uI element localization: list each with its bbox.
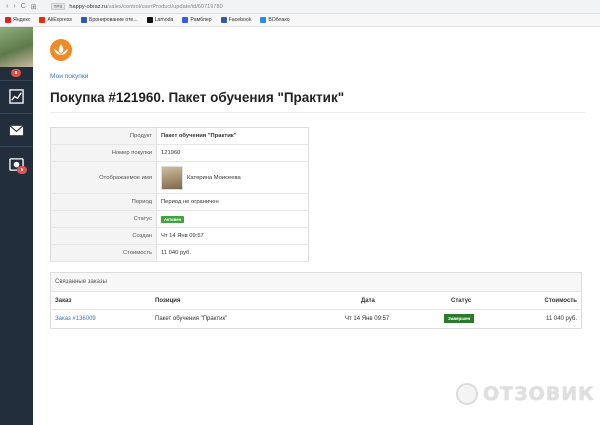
detail-row: Отображаемое имя Катерина Моисеева: [50, 161, 309, 194]
detail-value: Катерина Моисеева: [156, 161, 309, 194]
back-icon[interactable]: ‹: [6, 3, 8, 11]
detail-value: Активен: [156, 210, 309, 228]
bookmark-facebook[interactable]: Facebook: [220, 17, 252, 23]
detail-row: Статус Активен: [50, 210, 309, 228]
watermark-text: ОТЗОВИК: [483, 383, 595, 405]
detail-value: Чт 14 Янв 09:57: [156, 227, 309, 245]
bookmark-label: ВОблако: [268, 17, 290, 23]
product-badge: 5: [17, 166, 27, 174]
bookmark-yandex[interactable]: Яндекс: [5, 17, 30, 23]
bookmark-label: Бронирование оте...: [88, 17, 138, 23]
mail-icon[interactable]: [9, 123, 24, 138]
detail-label: Отображаемое имя: [50, 161, 157, 194]
sidebar: 8 5: [0, 27, 33, 425]
sidebar-divider: [0, 80, 33, 81]
rambler-icon: [182, 17, 189, 23]
bookmark-label: Рамблер: [190, 17, 212, 23]
site-logo[interactable]: [50, 39, 72, 61]
grid-icon[interactable]: ⊞: [31, 3, 37, 11]
status-badge: Активен: [161, 215, 185, 223]
detail-row: Создан Чт 14 Янв 09:57: [50, 227, 309, 245]
cloud-icon: [260, 17, 267, 23]
purchase-details-table: Продукт Пакет обучения "Практик" Номер п…: [50, 127, 309, 262]
detail-row: Стоимость 11 040 руб.: [50, 244, 309, 262]
bookmark-aliexpress[interactable]: AliExpress: [39, 17, 72, 23]
detail-label: Статус: [50, 210, 157, 228]
row-status: Завершен: [444, 310, 475, 328]
detail-label: Период: [50, 193, 157, 211]
detail-label: Создан: [50, 227, 157, 245]
sidebar-divider: [0, 146, 33, 147]
bookmark-lamoda[interactable]: Lamoda: [146, 17, 174, 23]
detail-row: Продукт Пакет обучения "Практик": [50, 127, 309, 145]
order-link[interactable]: Заказ #136009: [55, 310, 96, 328]
status-badge: Завершен: [444, 313, 475, 323]
col-date: Дата: [361, 298, 375, 304]
chart-icon[interactable]: [9, 89, 24, 104]
url-path: /sales/control/userProduct/update/id/607…: [107, 3, 223, 10]
browser-nav: ‹ › C ⊞: [0, 3, 37, 11]
avatar[interactable]: [0, 27, 33, 67]
customer-photo: [161, 165, 183, 190]
related-orders-panel: Связанные заказы Заказ Позиция Дата Стат…: [50, 272, 582, 329]
detail-value: Период не ограничен: [156, 193, 309, 211]
url-field[interactable]: happy-obraz.ru/sales/control/userProduct…: [69, 4, 222, 10]
detail-row: Период Период не ограничен: [50, 193, 309, 211]
forward-icon[interactable]: ›: [13, 3, 15, 11]
row-cost: 11 040 руб.: [545, 316, 577, 322]
detail-label: Продукт: [50, 127, 157, 145]
col-order: Заказ: [55, 298, 72, 304]
detail-label: Стоимость: [50, 244, 157, 262]
url-domain: happy-obraz.ru: [69, 3, 108, 10]
sidebar-divider: [0, 113, 33, 114]
row-date: Чт 14 Янв 09:57: [345, 316, 390, 322]
yandex-icon: [5, 17, 11, 23]
title-divider: [50, 112, 585, 113]
detail-value: 121960: [156, 144, 309, 162]
bookmark-rambler[interactable]: Рамблер: [182, 17, 212, 23]
lotus-icon: [54, 44, 68, 55]
detail-value: 11 040 руб.: [156, 244, 309, 262]
booking-icon: [80, 17, 87, 23]
bookmark-label: AliExpress: [47, 17, 72, 23]
bookmark-cloud[interactable]: ВОблако: [260, 17, 290, 23]
row-position: Пакет обучения "Практик": [155, 316, 228, 322]
table-row: Заказ #136009 Пакет обучения "Практик" Ч…: [51, 310, 581, 328]
bookmark-label: Яндекс: [13, 17, 31, 23]
bookmark-label: Lamoda: [154, 17, 174, 23]
reload-icon[interactable]: C: [21, 3, 26, 11]
bookmark-booking[interactable]: Бронирование оте...: [80, 17, 138, 23]
aliexpress-icon: [39, 17, 46, 23]
col-position: Позиция: [155, 298, 181, 304]
watermark-logo-icon: [456, 383, 478, 405]
related-orders-title: Связанные заказы: [51, 273, 581, 292]
customer-info: Катерина Моисеева: [161, 165, 308, 190]
avatar-badge: 8: [11, 69, 21, 77]
bookmark-label: Facebook: [228, 17, 252, 23]
col-cost: Стоимость: [544, 298, 577, 304]
browser-address-bar: ‹ › C ⊞ TPS happy-obraz.ru/sales/control…: [0, 0, 600, 14]
protocol-badge: TPS: [50, 3, 66, 10]
customer-name: Катерина Моисеева: [187, 174, 241, 181]
related-orders-header: Заказ Позиция Дата Статус Стоимость: [51, 292, 581, 310]
col-status: Статус: [451, 298, 472, 304]
lamoda-icon: [146, 17, 153, 23]
breadcrumb[interactable]: Мои покупки: [50, 73, 88, 80]
bookmarks-bar: Яндекс AliExpress Бронирование оте... La…: [0, 14, 600, 27]
page-title: Покупка #121960. Пакет обучения "Практик…: [50, 90, 345, 105]
detail-row: Номер покупки 121960: [50, 144, 309, 162]
facebook-icon: [220, 17, 227, 23]
detail-value: Пакет обучения "Практик": [156, 127, 309, 145]
watermark: ОТЗОВИК: [456, 383, 595, 405]
detail-label: Номер покупки: [50, 144, 157, 162]
